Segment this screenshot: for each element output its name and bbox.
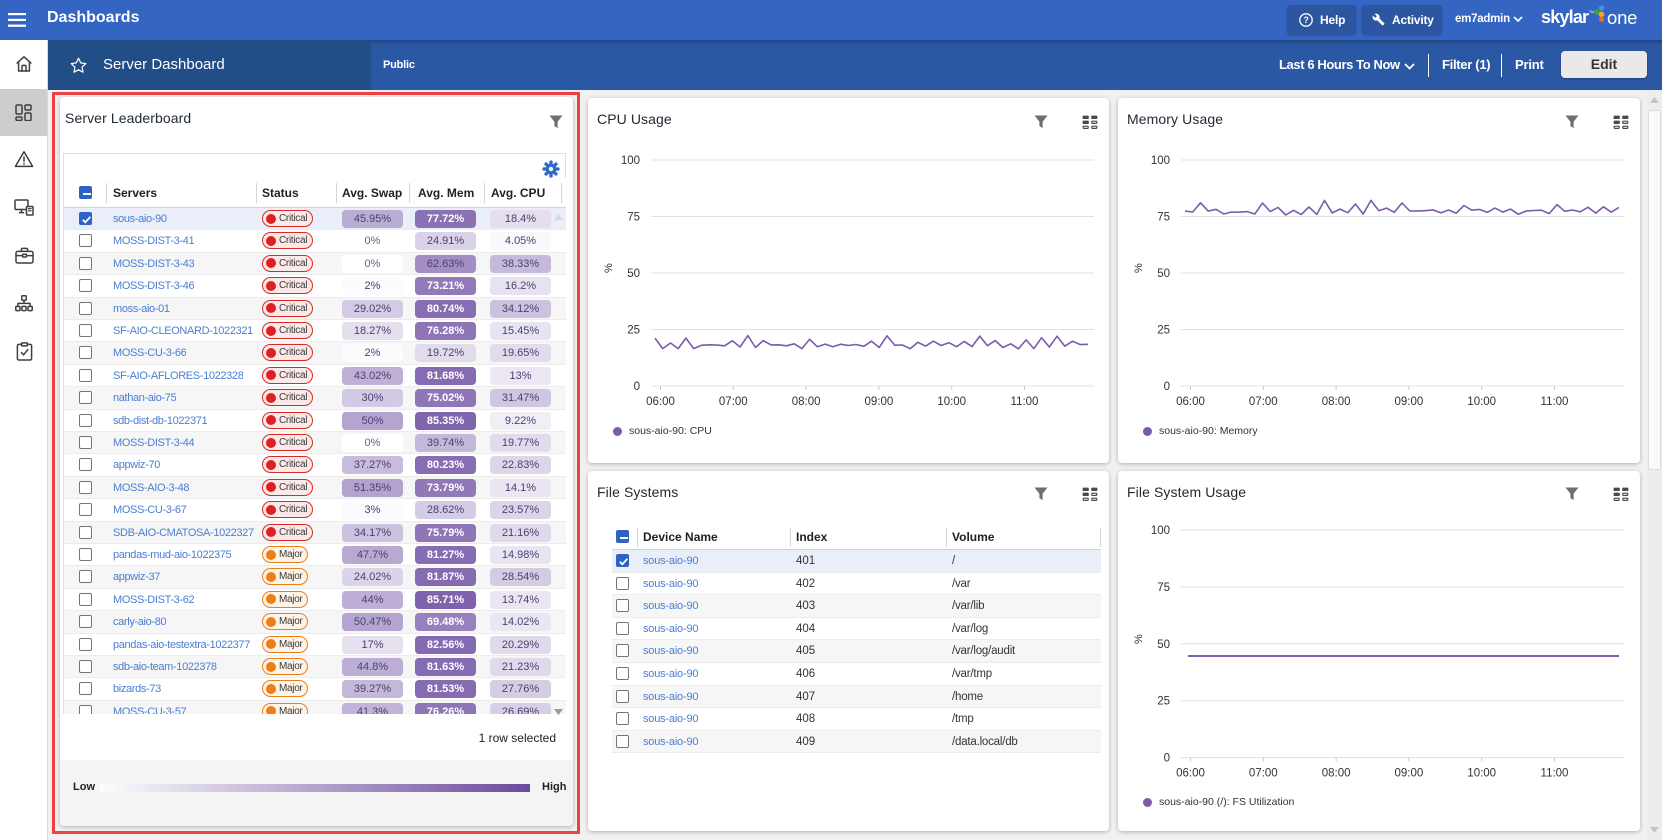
svg-text:25: 25	[627, 325, 640, 337]
svg-text:?: ?	[1303, 15, 1308, 25]
svg-text:75: 75	[627, 212, 640, 224]
svg-text:09:00: 09:00	[1395, 396, 1424, 408]
svg-text:07:00: 07:00	[1249, 396, 1278, 408]
svg-text:08:00: 08:00	[792, 396, 821, 408]
svg-text:08:00: 08:00	[1322, 768, 1351, 780]
svg-text:11:00: 11:00	[1541, 768, 1569, 780]
svg-text:25: 25	[1157, 325, 1170, 337]
svg-text:10:00: 10:00	[1467, 396, 1496, 408]
svg-text:%: %	[1133, 634, 1145, 644]
svg-text:100: 100	[621, 155, 640, 167]
svg-text:09:00: 09:00	[865, 396, 894, 408]
svg-text:0: 0	[1164, 753, 1170, 765]
svg-text:0: 0	[634, 381, 640, 393]
svg-text:07:00: 07:00	[1249, 768, 1278, 780]
svg-text:08:00: 08:00	[1322, 396, 1351, 408]
svg-text:100: 100	[1151, 155, 1170, 167]
svg-text:06:00: 06:00	[646, 396, 675, 408]
svg-text:07:00: 07:00	[719, 396, 748, 408]
svg-text:50: 50	[1157, 639, 1170, 651]
svg-text:75: 75	[1157, 212, 1170, 224]
svg-text:75: 75	[1157, 582, 1170, 594]
svg-text:0: 0	[1164, 381, 1170, 393]
svg-text:09:00: 09:00	[1395, 768, 1424, 780]
svg-text:11:00: 11:00	[1011, 396, 1039, 408]
svg-text:10:00: 10:00	[937, 396, 966, 408]
svg-text:06:00: 06:00	[1176, 768, 1205, 780]
svg-text:100: 100	[1151, 525, 1170, 537]
svg-text:%: %	[603, 263, 615, 273]
svg-text:25: 25	[1157, 696, 1170, 708]
svg-text:50: 50	[1157, 268, 1170, 280]
svg-text:%: %	[1133, 263, 1145, 273]
svg-text:11:00: 11:00	[1541, 396, 1569, 408]
svg-text:06:00: 06:00	[1176, 396, 1205, 408]
svg-text:50: 50	[627, 268, 640, 280]
svg-text:10:00: 10:00	[1467, 768, 1496, 780]
